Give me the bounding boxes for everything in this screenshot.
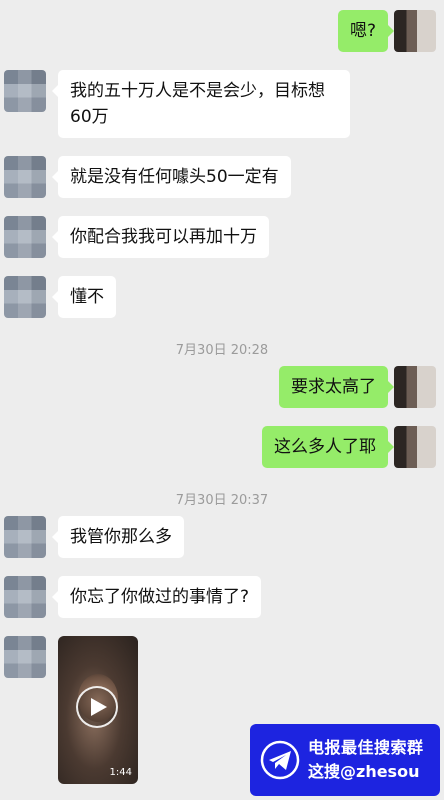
contact-avatar[interactable] (4, 516, 46, 558)
message-bubble[interactable]: 这么多人了耶 (262, 426, 394, 468)
timestamp: 7月30日 20:37 (175, 493, 269, 508)
self-avatar[interactable] (394, 10, 436, 52)
message-bubble[interactable]: 懂不 (52, 276, 116, 318)
watermark-handle: 这搜@zhesou (308, 762, 420, 781)
video-message[interactable]: 1:44 (58, 636, 138, 784)
self-avatar[interactable] (394, 426, 436, 468)
message-text: 你忘了你做过的事情了? (70, 587, 250, 607)
message-text: 60万 (70, 107, 109, 127)
video-duration: 1:44 (109, 767, 132, 778)
contact-avatar[interactable] (4, 276, 46, 318)
message-text: 懂不 (70, 287, 104, 307)
self-avatar[interactable] (394, 366, 436, 408)
message-bubble[interactable]: 嗯? (337, 10, 395, 52)
message-bubble[interactable]: 我的五十万人是不是会少，目标想 60万 (52, 70, 350, 138)
message-text: 我管你那么多 (70, 527, 172, 547)
message-bubble[interactable]: 就是没有任何噱头50一定有 (52, 156, 291, 198)
message-bubble[interactable]: 你忘了你做过的事情了? (51, 576, 262, 618)
message-text: 要求太高了 (291, 377, 376, 397)
message-bubble[interactable]: 你配合我我可以再加十万 (52, 216, 269, 258)
message-text: 嗯? (349, 21, 376, 41)
contact-avatar[interactable] (4, 156, 46, 198)
message-text: 就是没有任何噱头50一定有 (70, 167, 279, 187)
message-text: 这么多人了耶 (274, 437, 376, 457)
timestamp: 7月30日 20:28 (175, 343, 269, 358)
message-text: 你配合我我可以再加十万 (70, 227, 257, 247)
contact-avatar[interactable] (4, 636, 46, 678)
play-icon[interactable] (76, 686, 118, 728)
message-bubble[interactable]: 要求太高了 (279, 366, 394, 408)
watermark-title: 电报最佳搜索群 (308, 738, 424, 757)
contact-avatar[interactable] (4, 70, 46, 112)
watermark-banner: 电报最佳搜索群 这搜@zhesou (250, 724, 440, 796)
contact-avatar[interactable] (4, 216, 46, 258)
message-text: 我的五十万人是不是会少，目标想 (70, 81, 325, 101)
contact-avatar[interactable] (4, 576, 46, 618)
message-bubble[interactable]: 我管你那么多 (52, 516, 184, 558)
telegram-plane-icon (258, 738, 302, 782)
